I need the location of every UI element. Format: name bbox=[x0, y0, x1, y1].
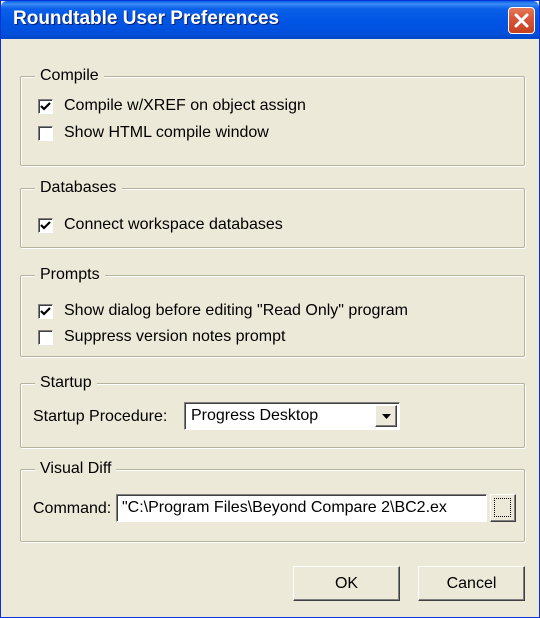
compile-xref-option[interactable]: Compile w/XREF on object assign bbox=[38, 96, 306, 116]
connect-databases-label: Connect workspace databases bbox=[64, 216, 283, 233]
show-html-compile-option[interactable]: Show HTML compile window bbox=[38, 123, 269, 143]
connect-databases-checkbox[interactable] bbox=[38, 217, 53, 233]
checkmark-icon bbox=[40, 306, 51, 316]
dropdown-button[interactable] bbox=[375, 405, 397, 427]
command-label: Command: bbox=[33, 500, 112, 517]
startup-procedure-select[interactable]: Progress Desktop bbox=[184, 402, 400, 430]
show-html-compile-label: Show HTML compile window bbox=[64, 124, 269, 141]
databases-group-title: Databases bbox=[35, 178, 122, 198]
window-title: Roundtable User Preferences bbox=[13, 8, 280, 29]
browse-button[interactable] bbox=[490, 494, 516, 522]
startup-procedure-label: Startup Procedure: bbox=[33, 408, 168, 425]
close-icon bbox=[514, 13, 529, 28]
connect-databases-option[interactable]: Connect workspace databases bbox=[38, 215, 283, 235]
show-html-compile-checkbox[interactable] bbox=[38, 125, 53, 141]
visual-diff-group: Visual Diff Command: "C:\Program Files\B… bbox=[20, 459, 525, 542]
startup-procedure-value: Progress Desktop bbox=[191, 407, 319, 424]
compile-group: Compile Compile w/XREF on object assign … bbox=[20, 66, 525, 166]
checkmark-icon bbox=[40, 220, 51, 230]
startup-group-title: Startup bbox=[35, 373, 97, 393]
prompts-group: Prompts Show dialog before editing "Read… bbox=[20, 265, 525, 357]
compile-xref-label: Compile w/XREF on object assign bbox=[64, 97, 306, 114]
show-readonly-dialog-option[interactable]: Show dialog before editing "Read Only" p… bbox=[38, 301, 408, 321]
suppress-version-notes-label: Suppress version notes prompt bbox=[64, 328, 286, 345]
visual-diff-group-title: Visual Diff bbox=[35, 459, 117, 479]
close-button[interactable] bbox=[508, 7, 535, 34]
compile-group-title: Compile bbox=[35, 66, 104, 86]
startup-group: Startup Startup Procedure: Progress Desk… bbox=[20, 373, 525, 448]
chevron-down-icon bbox=[382, 414, 391, 419]
title-bar[interactable]: Roundtable User Preferences bbox=[1, 1, 539, 39]
prompts-group-title: Prompts bbox=[35, 265, 105, 285]
show-readonly-dialog-checkbox[interactable] bbox=[38, 303, 53, 319]
cancel-button[interactable]: Cancel bbox=[418, 566, 525, 601]
databases-group: Databases Connect workspace databases bbox=[20, 178, 525, 248]
command-input[interactable]: "C:\Program Files\Beyond Compare 2\BC2.e… bbox=[116, 494, 487, 522]
compile-xref-checkbox[interactable] bbox=[38, 98, 53, 114]
ok-button[interactable]: OK bbox=[293, 566, 400, 601]
suppress-version-notes-option[interactable]: Suppress version notes prompt bbox=[38, 327, 285, 347]
suppress-version-notes-checkbox[interactable] bbox=[38, 329, 53, 345]
browse-focus-outline bbox=[494, 498, 511, 517]
preferences-dialog: Roundtable User Preferences Compile Comp… bbox=[0, 0, 540, 618]
show-readonly-dialog-label: Show dialog before editing "Read Only" p… bbox=[64, 302, 408, 319]
checkmark-icon bbox=[40, 101, 51, 111]
